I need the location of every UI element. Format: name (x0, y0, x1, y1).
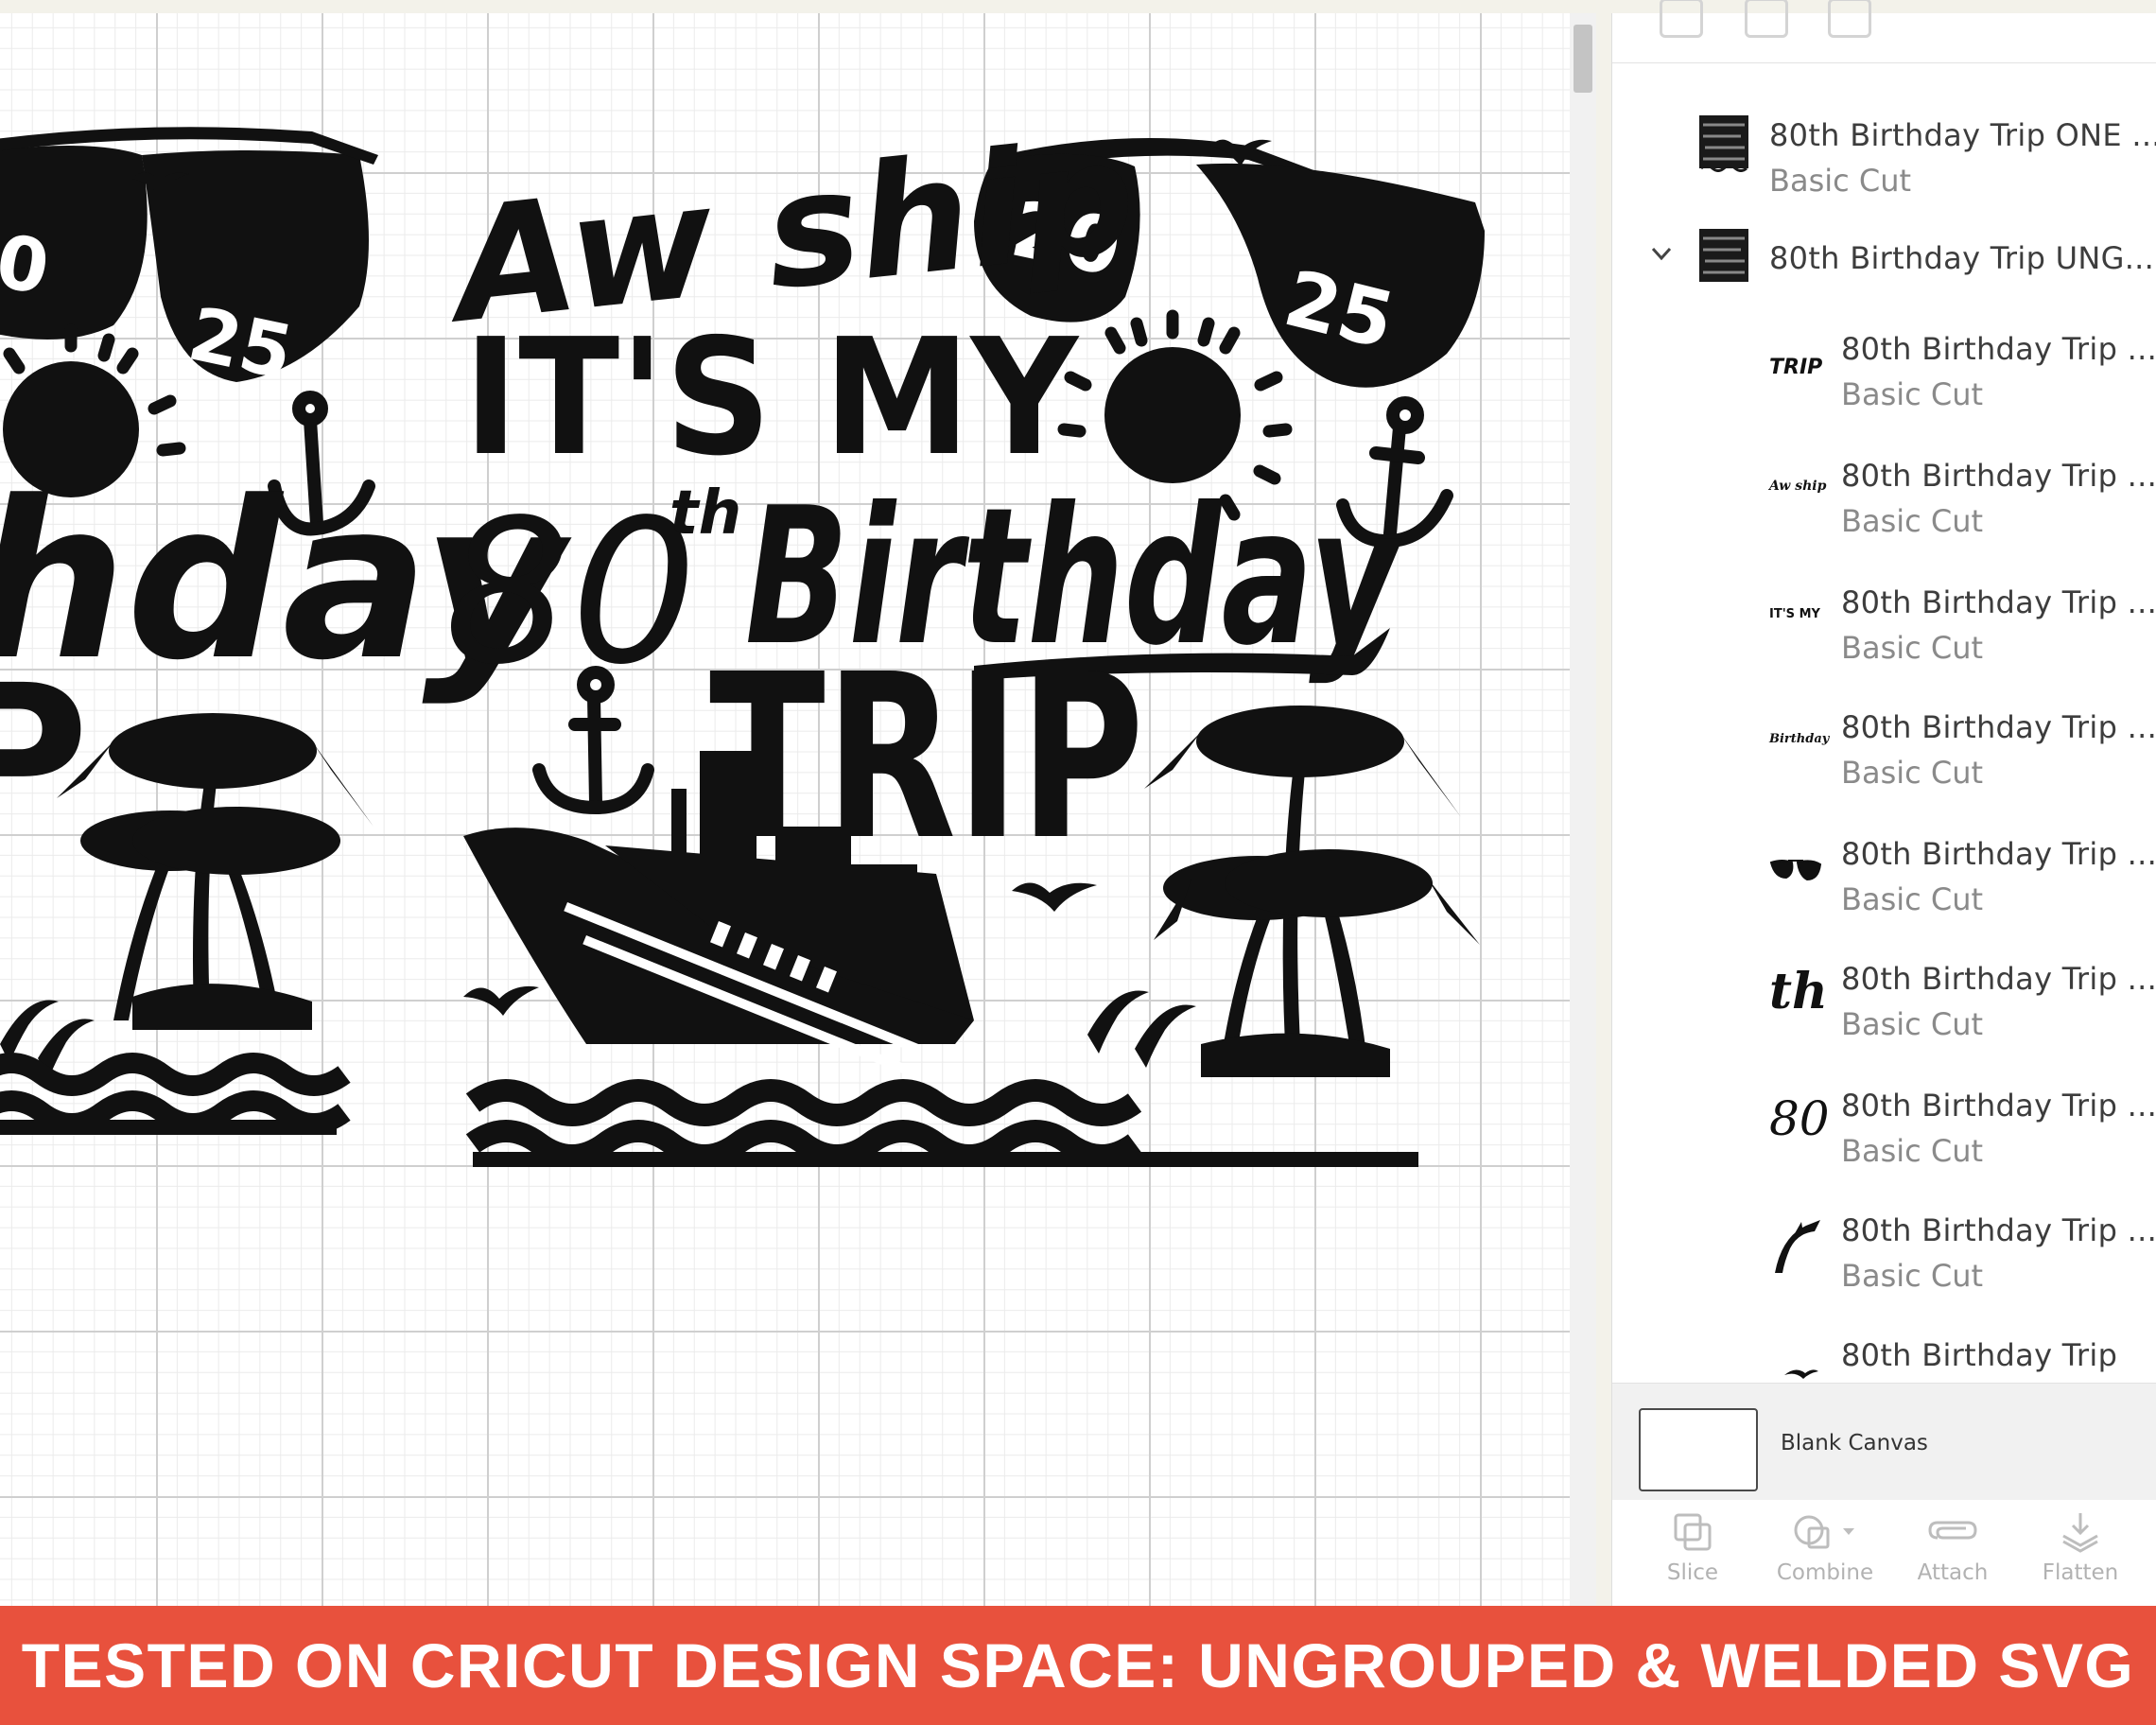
layer-row[interactable]: 80th Birthday Trip ... Basic Cut (1612, 1188, 2156, 1301)
layer-title: 80th Birthday Trip UNG... (1769, 240, 2155, 276)
combine-label: Combine (1776, 1560, 1874, 1585)
attach-button[interactable]: Attach (1896, 1509, 2009, 1585)
layer-thumb-text: Aw ship (1769, 479, 1827, 494)
design-partial-left[interactable]: 0 25 hday P (0, 13, 573, 1148)
layer-thumb-text: th (1769, 963, 1828, 1020)
layer-subtitle: Basic Cut (1841, 1258, 1984, 1294)
bird-graphic-left (463, 985, 539, 1016)
line-its-my: IT'S MY (463, 305, 1080, 492)
layers-toolbar (1612, 0, 2156, 63)
flatten-icon (2062, 1513, 2098, 1553)
promo-banner: TESTED ON CRICUT DESIGN SPACE: UNGROUPED… (0, 1606, 2156, 1725)
combine-icon (1794, 1515, 1854, 1549)
layer-title: 80th Birthday Trip (1841, 1337, 2118, 1373)
letter-partial: P (0, 642, 89, 874)
layer-title: 80th Birthday Trip ... (1841, 331, 2156, 367)
group-icon[interactable] (1660, 0, 1703, 38)
layer-row[interactable]: 80th Birthday Trip ... Basic Cut (1612, 811, 2156, 925)
attach-label: Attach (1917, 1560, 1989, 1585)
layer-group-row[interactable]: 80th Birthday Trip UNG... (1612, 202, 2156, 316)
delete-icon[interactable] (1828, 0, 1871, 38)
sunglasses-thumb (1769, 860, 1822, 881)
layer-actions-toolbar: Slice Combine Attach Flatten (1612, 1500, 2156, 1606)
design-canvas[interactable]: 0 25 hday P 20 25 Aw ship IT'S MY 80 th … (0, 13, 1570, 1606)
line-trip: TRIP (709, 625, 1144, 890)
waves-partial (0, 1053, 351, 1134)
attach-icon (1928, 1521, 1977, 1540)
full-design-thumb (1699, 229, 1748, 282)
layer-title: 80th Birthday Trip ONE ... (1769, 117, 2156, 153)
layer-title: 80th Birthday Trip ... (1841, 584, 2156, 620)
layer-title: 80th Birthday Trip ... (1841, 836, 2156, 872)
blank-canvas-label: Blank Canvas (1781, 1431, 1928, 1455)
blank-canvas-row[interactable]: Blank Canvas (1612, 1383, 2156, 1501)
layer-subtitle: Basic Cut (1841, 881, 1984, 917)
design-main[interactable]: 20 25 Aw ship IT'S MY 80 th Birthday TRI… (436, 89, 1522, 1167)
bird-thumb (1784, 1369, 1818, 1379)
layer-thumb-text: 80 (1769, 1091, 1830, 1146)
ordinal-th: th (669, 479, 741, 549)
waves-graphic (465, 1079, 1142, 1167)
layers-panel: 80th Birthday Trip ONE ... Basic Cut 80t… (1611, 0, 2156, 1606)
number-80: 80 (444, 477, 697, 708)
duplicate-icon[interactable] (1745, 0, 1788, 38)
layer-subtitle: Basic Cut (1841, 1133, 1984, 1169)
full-design-thumb (1699, 115, 1748, 172)
slice-button[interactable]: Slice (1636, 1509, 1749, 1585)
layer-thumb-text: Birthday (1769, 732, 1830, 746)
chevron-down-icon[interactable] (1648, 240, 1675, 267)
layer-title: 80th Birthday Trip ... (1841, 458, 2156, 494)
layer-subtitle: Basic Cut (1841, 376, 1984, 412)
layer-subtitle: Basic Cut (1841, 755, 1984, 791)
layer-row[interactable]: IT'S MY 80th Birthday Trip ... Basic Cut (1612, 560, 2156, 673)
layer-row[interactable]: th 80th Birthday Trip ... Basic Cut (1612, 936, 2156, 1050)
flatten-label: Flatten (2042, 1560, 2119, 1585)
layer-subtitle: Basic Cut (1769, 163, 1912, 199)
layer-row[interactable]: Aw ship 80th Birthday Trip ... Basic Cut (1612, 433, 2156, 547)
layer-row[interactable]: Birthday 80th Birthday Trip ... Basic Cu… (1612, 685, 2156, 798)
canvas-scroll-thumb[interactable] (1574, 25, 1592, 93)
combine-button[interactable]: Combine (1768, 1509, 1882, 1585)
layer-row[interactable]: 80th Birthday Trip ONE ... Basic Cut (1612, 89, 2156, 202)
banner-text: TESTED ON CRICUT DESIGN SPACE: UNGROUPED… (21, 1630, 2135, 1700)
dolphin-thumb (1775, 1220, 1820, 1273)
palm-trees-graphic (1144, 706, 1480, 1077)
layer-row[interactable]: TRIP 80th Birthday Trip ... Basic Cut (1612, 306, 2156, 420)
slice-label: Slice (1666, 1560, 1719, 1585)
layer-subtitle: Basic Cut (1841, 1006, 1984, 1042)
layer-thumb-text: TRIP (1769, 356, 1823, 379)
layer-title: 80th Birthday Trip ... (1841, 1088, 2156, 1124)
layer-title: 80th Birthday Trip ... (1841, 709, 2156, 745)
layer-title: 80th Birthday Trip ... (1841, 961, 2156, 997)
canvas-scrollbar[interactable] (1570, 13, 1596, 1606)
layer-title: 80th Birthday Trip ... (1841, 1212, 2156, 1248)
palm-trees-partial (57, 713, 374, 1030)
blank-canvas-swatch[interactable] (1639, 1408, 1758, 1491)
flatten-button[interactable]: Flatten (2024, 1509, 2137, 1585)
layer-thumb-text: IT'S MY (1769, 607, 1820, 621)
layer-row[interactable]: 80 80th Birthday Trip ... Basic Cut (1612, 1063, 2156, 1176)
layer-list[interactable]: 80th Birthday Trip ONE ... Basic Cut 80t… (1612, 62, 2156, 1396)
dolphins-graphic (1087, 990, 1196, 1068)
slice-icon (1674, 1513, 1712, 1551)
layer-subtitle: Basic Cut (1841, 630, 1984, 666)
layer-subtitle: Basic Cut (1841, 503, 1984, 539)
